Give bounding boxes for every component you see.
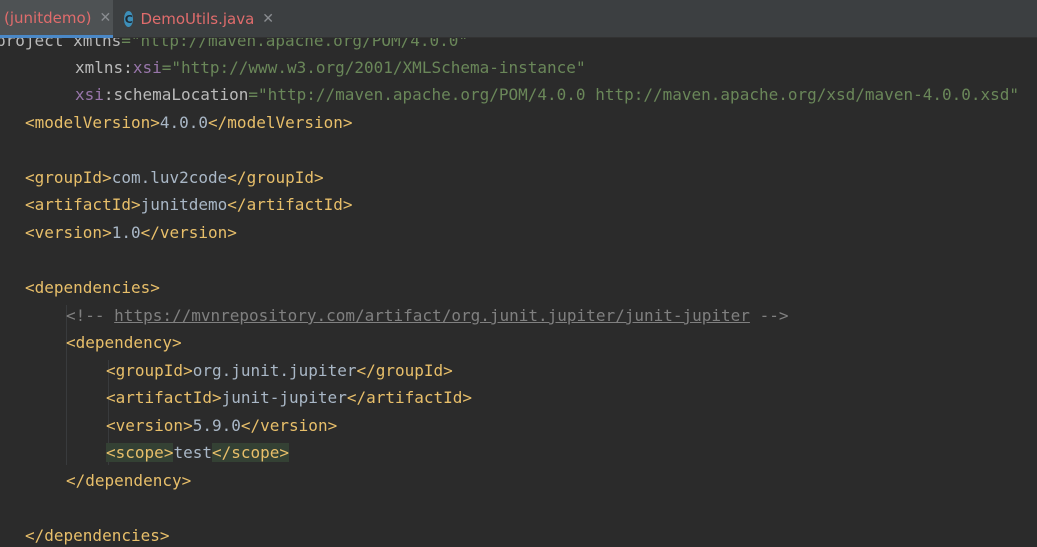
java-class-icon: C bbox=[124, 11, 134, 27]
close-icon[interactable]: ✕ bbox=[99, 10, 111, 26]
tab-pom-xml[interactable]: (junitdemo) ✕ bbox=[0, 0, 113, 38]
code-line: <artifactId>junit-jupiter</artifactId> bbox=[106, 388, 473, 407]
code-line: <artifactId>junitdemo</artifactId> bbox=[25, 195, 353, 214]
code-line: <version>5.9.0</version> bbox=[106, 416, 338, 435]
code-line: <groupId>com.luv2code</groupId> bbox=[25, 168, 324, 187]
code-line: </dependency> bbox=[66, 471, 192, 490]
tab-label: DemoUtils.java bbox=[140, 10, 255, 28]
tab-demoutils-java[interactable]: C DemoUtils.java ✕ bbox=[124, 0, 274, 38]
code-comment: <!-- https://mvnrepository.com/artifact/… bbox=[66, 306, 789, 325]
code-line: <version>1.0</version> bbox=[25, 223, 237, 242]
code-line: <modelVersion>4.0.0</modelVersion> bbox=[25, 113, 353, 132]
code-line: xmlns:xsi="http://www.w3.org/2001/XMLSch… bbox=[75, 58, 586, 77]
tab-label: (junitdemo) bbox=[4, 8, 92, 27]
close-icon[interactable]: ✕ bbox=[262, 11, 274, 27]
code-line: xsi:schemaLocation="http://maven.apache.… bbox=[75, 85, 1020, 104]
code-line: <groupId>org.junit.jupiter</groupId> bbox=[106, 361, 453, 380]
repository-link[interactable]: https://mvnrepository.com/artifact/org.j… bbox=[114, 306, 750, 325]
code-line: </dependencies> bbox=[25, 526, 170, 545]
editor-tab-bar: (junitdemo) ✕ C DemoUtils.java ✕ bbox=[0, 0, 1037, 38]
code-line: project xmlns="http://maven.apache.org/P… bbox=[0, 38, 469, 50]
code-line: <dependency> bbox=[66, 333, 182, 352]
code-line: <dependencies> bbox=[25, 278, 160, 297]
code-line-highlighted: <scope>test</scope> bbox=[106, 443, 290, 462]
code-editor[interactable]: project xmlns="http://maven.apache.org/P… bbox=[0, 38, 1037, 547]
